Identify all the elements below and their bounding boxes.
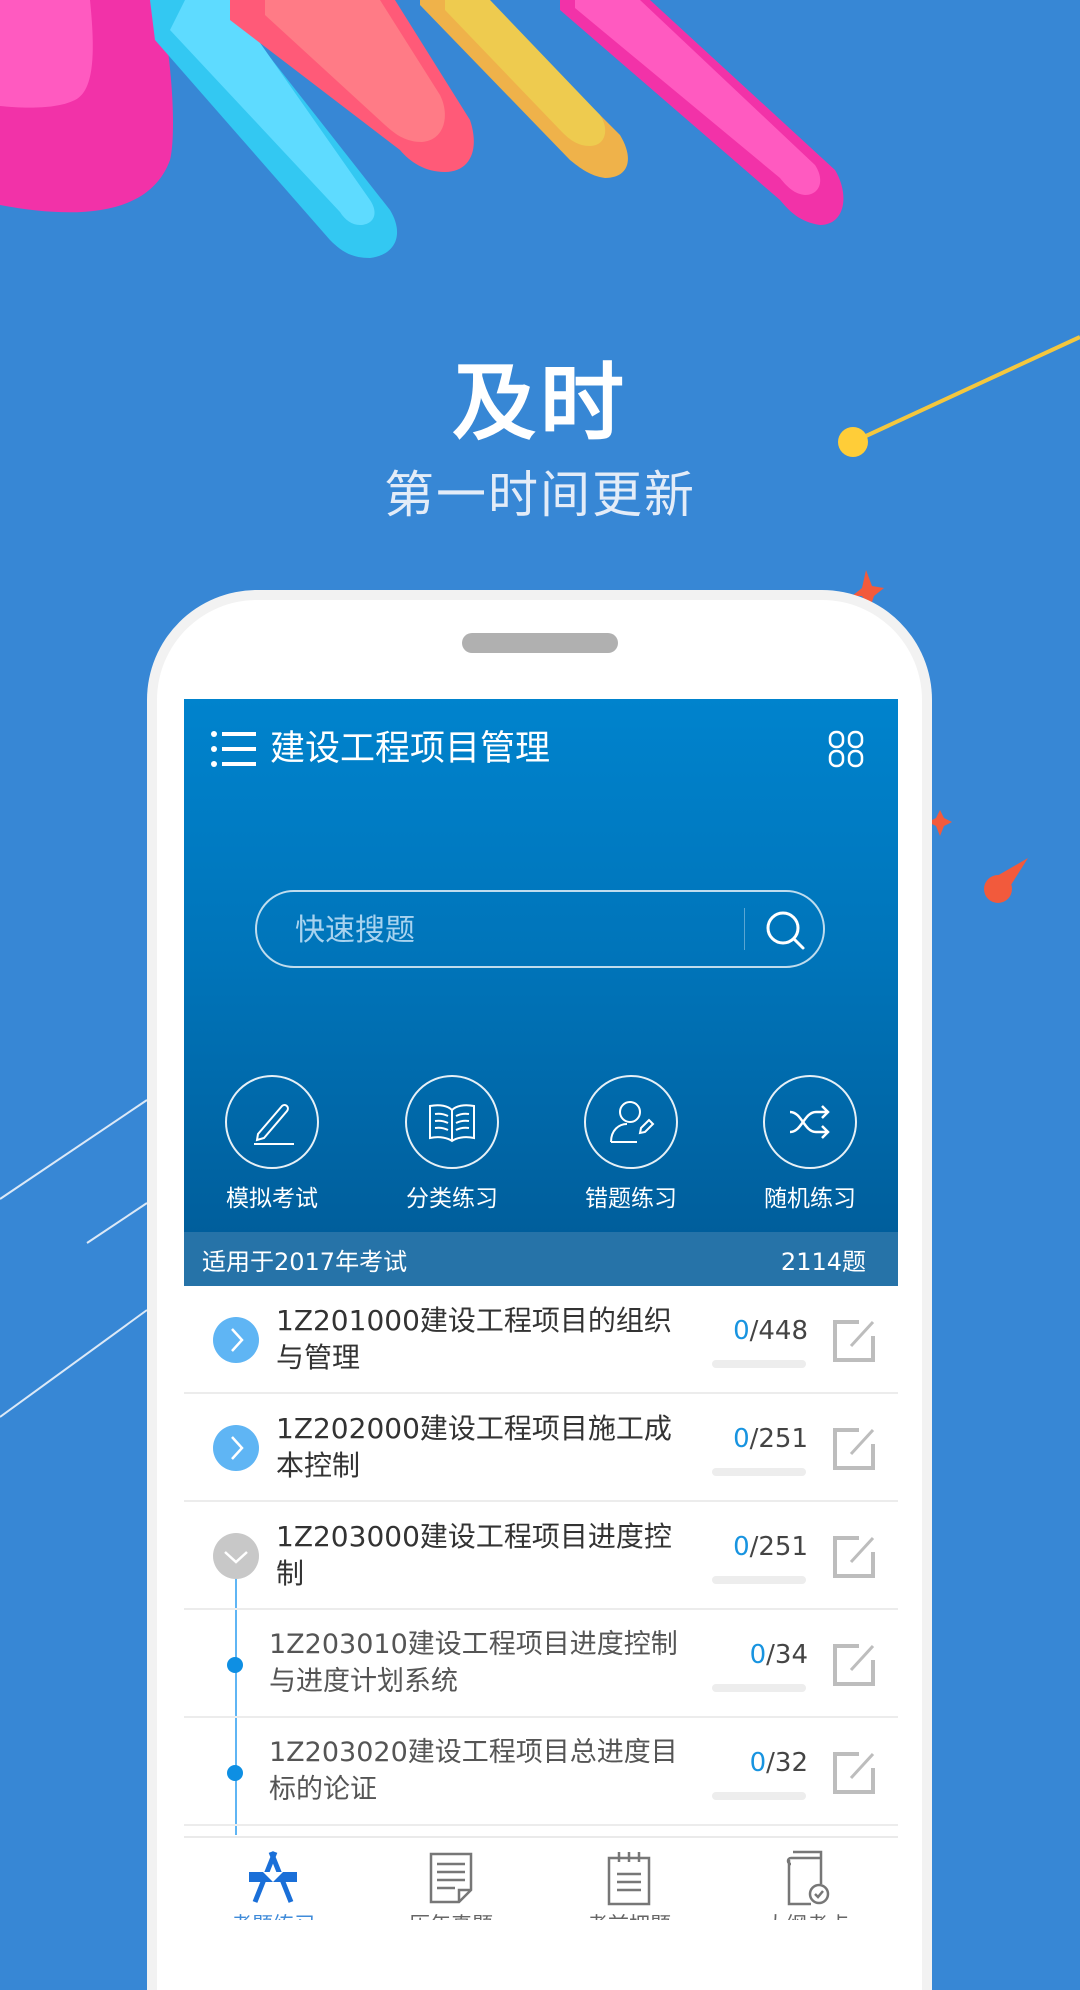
progress-bar — [712, 1576, 806, 1584]
chapter-row[interactable]: 1Z203000建设工程项目进度控制 0/251 — [184, 1502, 898, 1610]
quick-action-label: 模拟考试 — [226, 1186, 318, 1212]
edit-icon[interactable] — [829, 1316, 879, 1366]
nav-item-past-papers[interactable]: 历年真题 — [362, 1838, 540, 1920]
app-header: 建设工程项目管理 模拟考试 — [184, 699, 898, 1286]
nav-item-syllabus[interactable]: 大纲考点 — [718, 1838, 896, 1920]
info-bar: 适用于2017年考试 2114题 — [184, 1232, 898, 1286]
done-count: 0 — [749, 1748, 767, 1778]
quick-action-random[interactable]: 随机练习 — [740, 1075, 880, 1215]
edit-icon[interactable] — [829, 1748, 879, 1798]
quick-action-circle — [763, 1075, 857, 1169]
done-count: 0 — [733, 1532, 750, 1562]
compass-ruler-icon — [249, 1851, 297, 1903]
nav-item-practice[interactable]: 考题练习 — [184, 1838, 362, 1920]
total-count: /34 — [766, 1640, 808, 1670]
promo-subtitle: 第一时间更新 — [384, 466, 696, 524]
quick-action-circle — [405, 1075, 499, 1169]
progress-bar — [712, 1360, 806, 1368]
total-count: /448 — [749, 1316, 808, 1346]
progress-bar — [712, 1468, 806, 1476]
section-count: 0/32 — [750, 1748, 808, 1778]
decorative-stripes — [0, 0, 844, 258]
phone-speaker — [462, 633, 618, 653]
progress-bar — [712, 1792, 806, 1800]
expand-button[interactable] — [213, 1317, 259, 1363]
exam-year-label: 适用于2017年考试 — [202, 1248, 408, 1276]
open-book-icon — [429, 1104, 475, 1143]
chapter-count: 0/448 — [733, 1316, 808, 1346]
shuffle-icon — [789, 1105, 830, 1139]
nav-label: 考前押题 — [540, 1912, 718, 1920]
chapter-count: 0/251 — [733, 1532, 808, 1562]
quick-action-mock-exam[interactable]: 模拟考试 — [202, 1075, 342, 1215]
book-check-icon — [786, 1850, 830, 1906]
done-count: 0 — [749, 1640, 767, 1670]
notepad-icon — [607, 1852, 651, 1906]
bottom-nav: 考题练习 历年真题 考前押题 大纲考点 — [184, 1836, 898, 1920]
chapter-list: 1Z201000建设工程项目的组织与管理 0/448 1Z202000建设工程项… — [184, 1286, 898, 1835]
app-screen: 建设工程项目管理 模拟考试 — [184, 699, 898, 1920]
promo-title: 及时 — [451, 354, 628, 452]
nav-label: 考题练习 — [184, 1912, 362, 1920]
done-count: 0 — [733, 1424, 750, 1454]
edit-icon[interactable] — [829, 1424, 879, 1474]
white-lines — [0, 1099, 148, 1418]
search-icon[interactable] — [755, 902, 815, 958]
done-count: 0 — [733, 1316, 750, 1346]
section-row[interactable]: 1Z203020建设工程项目总进度目标的论证 0/32 — [184, 1718, 898, 1826]
quick-action-label: 错题练习 — [585, 1186, 677, 1212]
user-edit-icon — [610, 1101, 655, 1143]
total-count: /32 — [766, 1748, 808, 1778]
chapter-row[interactable]: 1Z201000建设工程项目的组织与管理 0/448 — [184, 1286, 898, 1394]
edit-icon[interactable] — [829, 1532, 879, 1582]
total-count: /251 — [749, 1532, 808, 1562]
chapter-title: 1Z202000建设工程项目施工成本控制 — [276, 1412, 672, 1482]
section-row[interactable]: 1Z203010建设工程项目进度控制与进度计划系统 0/34 — [184, 1610, 898, 1718]
nav-label: 历年真题 — [362, 1912, 540, 1920]
timeline-dot — [227, 1765, 243, 1781]
chapter-title: 1Z203000建设工程项目进度控制 — [276, 1520, 672, 1590]
quick-action-label: 随机练习 — [764, 1186, 856, 1212]
chapter-title: 1Z201000建设工程项目的组织与管理 — [276, 1304, 672, 1374]
grid-four-icon[interactable] — [828, 730, 864, 768]
search-box — [255, 890, 825, 968]
nav-item-predictions[interactable]: 考前押题 — [540, 1838, 718, 1920]
section-title: 1Z203010建设工程项目进度控制与进度计划系统 — [269, 1629, 678, 1697]
quick-action-label: 分类练习 — [406, 1186, 498, 1212]
chapter-count: 0/251 — [733, 1424, 808, 1454]
section-title: 1Z203020建设工程项目总进度目标的论证 — [269, 1737, 678, 1805]
total-count: /251 — [749, 1424, 808, 1454]
quick-action-circle — [584, 1075, 678, 1169]
nav-label: 大纲考点 — [718, 1912, 896, 1920]
search-input[interactable] — [293, 892, 697, 968]
app-title: 建设工程项目管理 — [270, 729, 551, 769]
total-questions: 2114题 — [780, 1248, 866, 1276]
timeline-dot — [227, 1657, 243, 1673]
collapse-button[interactable] — [213, 1533, 259, 1579]
search-divider — [744, 908, 745, 950]
progress-bar — [712, 1684, 806, 1692]
quick-action-category[interactable]: 分类练习 — [382, 1075, 522, 1215]
chevron-right-icon — [231, 1436, 244, 1460]
pen-icon — [254, 1103, 294, 1145]
chevron-right-icon — [231, 1328, 244, 1352]
document-icon — [429, 1852, 473, 1904]
quick-action-circle — [225, 1075, 319, 1169]
chevron-down-icon — [224, 1551, 248, 1564]
expand-button[interactable] — [213, 1425, 259, 1471]
quick-action-wrong-questions[interactable]: 错题练习 — [561, 1075, 701, 1215]
edit-icon[interactable] — [829, 1640, 879, 1690]
list-menu-icon[interactable] — [210, 729, 256, 769]
section-count: 0/34 — [750, 1640, 808, 1670]
chapter-row[interactable]: 1Z202000建设工程项目施工成本控制 0/251 — [184, 1394, 898, 1502]
